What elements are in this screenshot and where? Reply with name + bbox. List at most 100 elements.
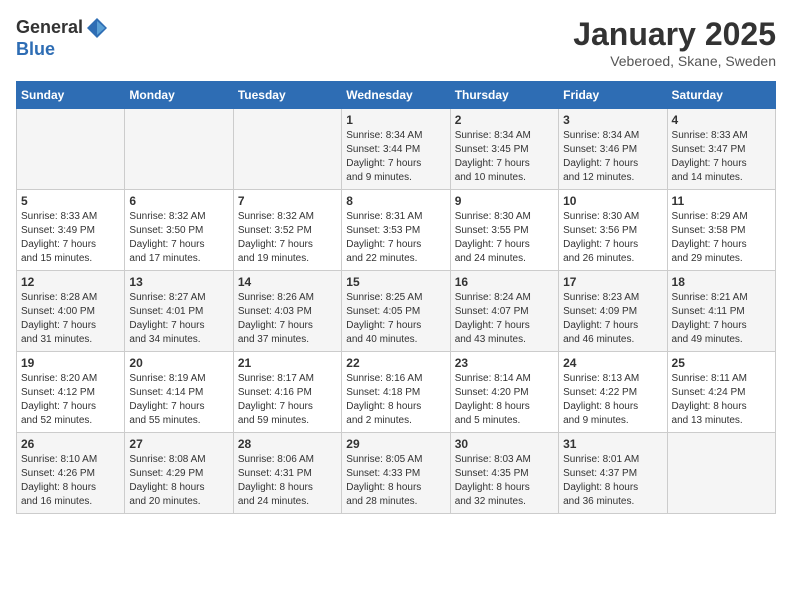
day-number: 11 [672,194,771,208]
header-day-tuesday: Tuesday [233,82,341,109]
day-number: 8 [346,194,445,208]
day-number: 7 [238,194,337,208]
day-info: Sunrise: 8:13 AM Sunset: 4:22 PM Dayligh… [563,372,662,428]
calendar-cell: 28Sunrise: 8:06 AM Sunset: 4:31 PM Dayli… [233,433,341,514]
day-info: Sunrise: 8:14 AM Sunset: 4:20 PM Dayligh… [455,372,554,428]
header-day-wednesday: Wednesday [342,82,450,109]
calendar-cell: 18 Sunrise: 8:21 AM Sunset: 4:11 PM Dayli… [667,271,775,352]
day-number: 6 [129,194,228,208]
calendar-cell: 9 Sunrise: 8:30 AM Sunset: 3:55 PM Daylig… [450,190,558,271]
day-number: 26 [21,437,120,451]
logo-blue-text: Blue [16,40,109,60]
month-title: January 2025 [573,16,776,53]
calendar-cell: 30 Sunrise: 8:03 AM Sunset: 4:35 PM Dayli… [450,433,558,514]
day-info: Sunrise: 8:34 AM Sunset: 3:45 PM Dayligh… [455,129,554,185]
day-number: 3 [563,113,662,127]
calendar-header: SundayMondayTuesdayWednesdayThursdayFrid… [17,82,776,109]
calendar-cell [17,109,125,190]
calendar-cell: 13Sunrise: 8:27 AM Sunset: 4:01 PM Dayli… [125,271,233,352]
day-info: Sunrise: 8:29 AM Sunset: 3:58 PM Dayligh… [672,210,771,266]
calendar-cell: 8 Sunrise: 8:31 AM Sunset: 3:53 PM Daylig… [342,190,450,271]
day-info: Sunrise: 8:30 AM Sunset: 3:56 PM Dayligh… [563,210,662,266]
header-day-saturday: Saturday [667,82,775,109]
day-number: 30 [455,437,554,451]
day-info: Sunrise: 8:28 AM Sunset: 4:00 PM Dayligh… [21,291,120,347]
calendar-cell: 1Sunrise: 8:34 AM Sunset: 3:44 PM Daylig… [342,109,450,190]
day-info: Sunrise: 8:20 AM Sunset: 4:12 PM Dayligh… [21,372,120,428]
week-row-3: 19 Sunrise: 8:20 AM Sunset: 4:12 PM Dayli… [17,352,776,433]
logo-icon [85,16,109,40]
day-info: Sunrise: 8:33 AM Sunset: 3:47 PM Dayligh… [672,129,771,185]
calendar-cell: 2 Sunrise: 8:34 AM Sunset: 3:45 PM Daylig… [450,109,558,190]
day-number: 29 [346,437,445,451]
day-number: 17 [563,275,662,289]
day-number: 12 [21,275,120,289]
calendar-cell: 15 Sunrise: 8:25 AM Sunset: 4:05 PM Dayli… [342,271,450,352]
day-info: Sunrise: 8:06 AM Sunset: 4:31 PM Dayligh… [238,453,337,509]
day-number: 24 [563,356,662,370]
day-number: 2 [455,113,554,127]
day-info: Sunrise: 8:25 AM Sunset: 4:05 PM Dayligh… [346,291,445,347]
calendar-cell: 12 Sunrise: 8:28 AM Sunset: 4:00 PM Dayli… [17,271,125,352]
day-info: Sunrise: 8:08 AM Sunset: 4:29 PM Dayligh… [129,453,228,509]
calendar-cell: 11 Sunrise: 8:29 AM Sunset: 3:58 PM Dayli… [667,190,775,271]
day-info: Sunrise: 8:27 AM Sunset: 4:01 PM Dayligh… [129,291,228,347]
day-info: Sunrise: 8:17 AM Sunset: 4:16 PM Dayligh… [238,372,337,428]
day-number: 23 [455,356,554,370]
day-number: 10 [563,194,662,208]
day-number: 9 [455,194,554,208]
day-number: 31 [563,437,662,451]
calendar-cell: 3 Sunrise: 8:34 AM Sunset: 3:46 PM Daylig… [559,109,667,190]
day-info: Sunrise: 8:30 AM Sunset: 3:55 PM Dayligh… [455,210,554,266]
day-info: Sunrise: 8:11 AM Sunset: 4:24 PM Dayligh… [672,372,771,428]
day-number: 15 [346,275,445,289]
week-row-2: 12 Sunrise: 8:28 AM Sunset: 4:00 PM Dayli… [17,271,776,352]
day-info: Sunrise: 8:05 AM Sunset: 4:33 PM Dayligh… [346,453,445,509]
calendar-cell: 26 Sunrise: 8:10 AM Sunset: 4:26 PM Dayli… [17,433,125,514]
day-number: 20 [129,356,228,370]
week-row-4: 26 Sunrise: 8:10 AM Sunset: 4:26 PM Dayli… [17,433,776,514]
calendar-cell: 4 Sunrise: 8:33 AM Sunset: 3:47 PM Daylig… [667,109,775,190]
calendar-cell: 6 Sunrise: 8:32 AM Sunset: 3:50 PM Daylig… [125,190,233,271]
day-number: 27 [129,437,228,451]
day-info: Sunrise: 8:32 AM Sunset: 3:52 PM Dayligh… [238,210,337,266]
day-info: Sunrise: 8:16 AM Sunset: 4:18 PM Dayligh… [346,372,445,428]
calendar-cell: 21 Sunrise: 8:17 AM Sunset: 4:16 PM Dayli… [233,352,341,433]
week-row-0: 1Sunrise: 8:34 AM Sunset: 3:44 PM Daylig… [17,109,776,190]
calendar-cell: 19 Sunrise: 8:20 AM Sunset: 4:12 PM Dayli… [17,352,125,433]
day-number: 14 [238,275,337,289]
day-info: Sunrise: 8:26 AM Sunset: 4:03 PM Dayligh… [238,291,337,347]
calendar-cell: 17Sunrise: 8:23 AM Sunset: 4:09 PM Dayli… [559,271,667,352]
header-day-sunday: Sunday [17,82,125,109]
calendar-cell [233,109,341,190]
day-info: Sunrise: 8:21 AM Sunset: 4:11 PM Dayligh… [672,291,771,347]
day-info: Sunrise: 8:32 AM Sunset: 3:50 PM Dayligh… [129,210,228,266]
day-info: Sunrise: 8:10 AM Sunset: 4:26 PM Dayligh… [21,453,120,509]
day-number: 16 [455,275,554,289]
day-number: 19 [21,356,120,370]
day-info: Sunrise: 8:34 AM Sunset: 3:46 PM Dayligh… [563,129,662,185]
header-day-monday: Monday [125,82,233,109]
day-info: Sunrise: 8:33 AM Sunset: 3:49 PM Dayligh… [21,210,120,266]
day-number: 21 [238,356,337,370]
week-row-1: 5Sunrise: 8:33 AM Sunset: 3:49 PM Daylig… [17,190,776,271]
header-day-thursday: Thursday [450,82,558,109]
day-info: Sunrise: 8:03 AM Sunset: 4:35 PM Dayligh… [455,453,554,509]
day-number: 18 [672,275,771,289]
calendar-cell: 24 Sunrise: 8:13 AM Sunset: 4:22 PM Dayli… [559,352,667,433]
calendar-cell: 16Sunrise: 8:24 AM Sunset: 4:07 PM Dayli… [450,271,558,352]
calendar-cell: 10 Sunrise: 8:30 AM Sunset: 3:56 PM Dayli… [559,190,667,271]
calendar-cell: 20Sunrise: 8:19 AM Sunset: 4:14 PM Dayli… [125,352,233,433]
calendar-cell: 7 Sunrise: 8:32 AM Sunset: 3:52 PM Daylig… [233,190,341,271]
day-number: 4 [672,113,771,127]
calendar-table: SundayMondayTuesdayWednesdayThursdayFrid… [16,81,776,514]
calendar-cell: 31 Sunrise: 8:01 AM Sunset: 4:37 PM Dayli… [559,433,667,514]
day-number: 22 [346,356,445,370]
day-info: Sunrise: 8:01 AM Sunset: 4:37 PM Dayligh… [563,453,662,509]
day-info: Sunrise: 8:31 AM Sunset: 3:53 PM Dayligh… [346,210,445,266]
calendar-cell: 22 Sunrise: 8:16 AM Sunset: 4:18 PM Dayli… [342,352,450,433]
logo: General Blue [16,16,109,60]
location: Veberoed, Skane, Sweden [573,53,776,69]
calendar-cell: 5Sunrise: 8:33 AM Sunset: 3:49 PM Daylig… [17,190,125,271]
day-number: 1 [346,113,445,127]
